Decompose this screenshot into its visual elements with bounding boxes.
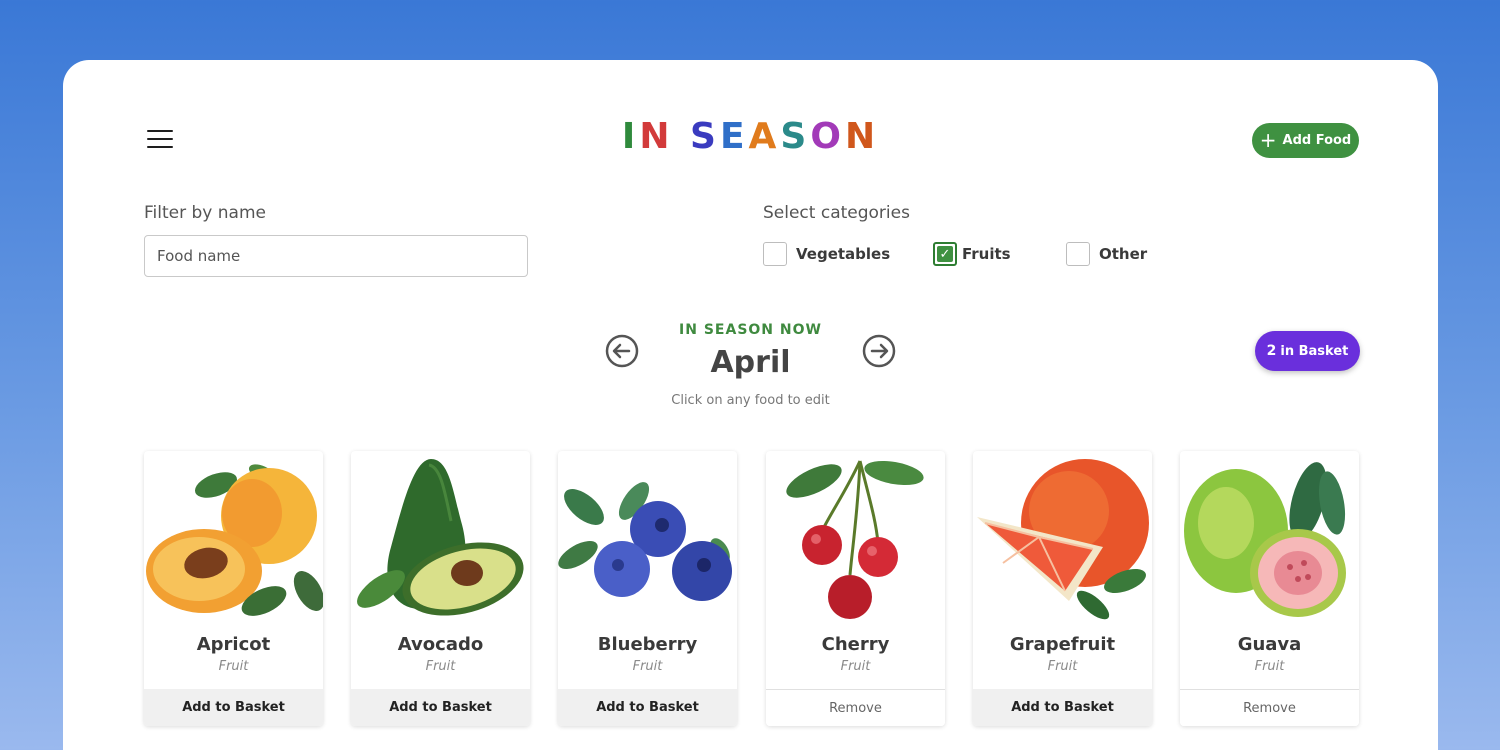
- cherry-image: [786, 460, 924, 619]
- logo-letter: N: [639, 116, 674, 157]
- logo-letter: [673, 116, 690, 157]
- food-kind: Fruit: [840, 659, 871, 674]
- remove-button[interactable]: Remove: [766, 689, 945, 726]
- checkmark-icon: ✓: [937, 246, 953, 262]
- logo-letter: O: [810, 116, 845, 157]
- remove-button[interactable]: Remove: [1180, 689, 1359, 726]
- blueberry-image: [558, 482, 732, 601]
- basket-button[interactable]: 2 in Basket: [1255, 331, 1360, 371]
- vegetables-label: Vegetables: [796, 245, 891, 263]
- food-kind: Fruit: [218, 659, 249, 674]
- food-name: Grapefruit: [1009, 634, 1116, 655]
- food-kind: Fruit: [425, 659, 456, 674]
- food-card-apricot[interactable]: Apricot Fruit Add to Basket: [144, 451, 323, 726]
- categories-label: Select categories: [763, 203, 910, 223]
- guava-image: [1184, 462, 1346, 617]
- logo-letter: E: [719, 116, 749, 157]
- add-to-basket-button[interactable]: Add to Basket: [973, 689, 1152, 726]
- season-heading: IN SEASON NOW: [679, 322, 822, 338]
- logo-letter: A: [748, 116, 781, 157]
- current-month: April: [710, 345, 791, 380]
- add-to-basket-button[interactable]: Add to Basket: [558, 689, 737, 726]
- food-card-avocado[interactable]: Avocado Fruit Add to Basket: [351, 451, 530, 726]
- food-kind: Fruit: [1047, 659, 1078, 674]
- other-checkbox[interactable]: [1066, 242, 1090, 266]
- app-logo: IN SEASON: [63, 116, 1438, 157]
- fruits-label: Fruits: [962, 245, 1011, 263]
- add-to-basket-button[interactable]: Add to Basket: [144, 689, 323, 726]
- add-food-button[interactable]: + Add Food: [1252, 123, 1359, 158]
- edit-hint: Click on any food to edit: [671, 393, 830, 408]
- category-vegetables[interactable]: Vegetables: [763, 242, 890, 266]
- food-name: Cherry: [821, 634, 890, 655]
- food-card-guava[interactable]: Guava Fruit Remove: [1180, 451, 1359, 726]
- category-fruits[interactable]: ✓ Fruits: [933, 242, 1011, 266]
- logo-letter: S: [780, 116, 811, 157]
- arrow-right-circle-icon[interactable]: [862, 334, 896, 368]
- app-panel: IN SEASON + Add Food Filter by name Sele…: [63, 60, 1438, 750]
- category-other[interactable]: Other: [1066, 242, 1147, 266]
- food-name: Avocado: [397, 634, 484, 655]
- food-kind: Fruit: [1254, 659, 1285, 674]
- other-label: Other: [1099, 245, 1148, 263]
- grapefruit-image: [977, 459, 1149, 620]
- food-kind: Fruit: [632, 659, 663, 674]
- filter-label: Filter by name: [144, 203, 266, 223]
- food-name: Guava: [1237, 634, 1302, 655]
- vegetables-checkbox[interactable]: [763, 242, 787, 266]
- add-food-label: Add Food: [1282, 133, 1352, 148]
- basket-label: in Basket: [1280, 343, 1349, 359]
- basket-count: 2: [1266, 343, 1277, 359]
- food-name-input[interactable]: [144, 235, 528, 277]
- food-name: Blueberry: [597, 634, 698, 655]
- food-card-blueberry[interactable]: Blueberry Fruit Add to Basket: [558, 451, 737, 726]
- food-name: Apricot: [196, 634, 271, 655]
- fruits-checkbox[interactable]: ✓: [933, 242, 957, 266]
- apricot-image: [146, 464, 323, 616]
- logo-letter: S: [690, 116, 720, 157]
- food-card-cherry[interactable]: Cherry Fruit Remove: [766, 451, 945, 726]
- add-to-basket-button[interactable]: Add to Basket: [351, 689, 530, 726]
- food-card-grapefruit[interactable]: Grapefruit Fruit Add to Basket: [973, 451, 1152, 726]
- plus-icon: +: [1259, 127, 1277, 152]
- logo-letter: N: [844, 116, 880, 157]
- logo-letter: I: [621, 116, 640, 157]
- avocado-image: [357, 459, 524, 616]
